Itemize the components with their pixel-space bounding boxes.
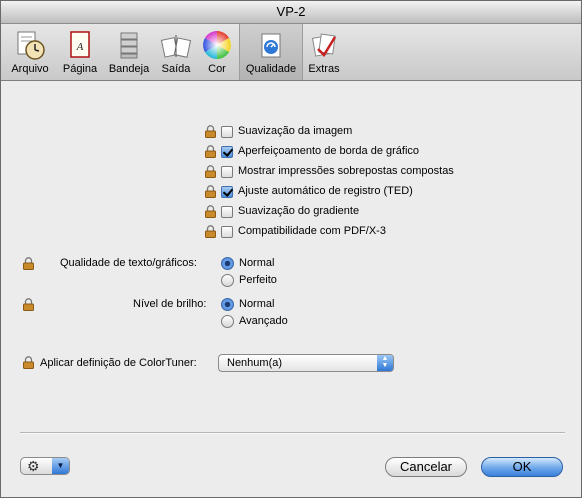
updown-arrows-icon: ▲ ▼ xyxy=(377,355,393,371)
tab-extras[interactable]: Extras xyxy=(304,24,344,80)
lock-icon[interactable] xyxy=(205,145,216,158)
lock-icon[interactable] xyxy=(205,185,216,198)
tab-pagina[interactable]: A Página xyxy=(58,24,102,80)
lock-icon[interactable] xyxy=(205,125,216,138)
brightness-normal-label: Normal xyxy=(239,298,275,310)
tab-label: Cor xyxy=(208,63,226,75)
action-menu-button[interactable]: ⚙ ▼ xyxy=(20,457,70,475)
colortuner-select[interactable]: Nenhum(a) ▲ ▼ xyxy=(218,354,394,372)
tab-bandeja[interactable]: Bandeja xyxy=(104,24,154,80)
print-dialog-window: VP-2 Arquivo A Página Bandeja Saída Cor … xyxy=(0,0,582,498)
gear-icon: ⚙ xyxy=(27,458,40,474)
option-checkbox[interactable] xyxy=(221,186,233,198)
tab-arquivo[interactable]: Arquivo xyxy=(5,24,55,80)
option-checkbox[interactable] xyxy=(221,226,233,238)
lock-icon[interactable] xyxy=(23,298,34,311)
tab-label: Saída xyxy=(161,63,191,75)
quality-label: Qualidade de texto/gráficos: xyxy=(60,257,197,269)
tray-icon xyxy=(120,32,138,59)
option-label: Mostrar impressões sobrepostas compostas xyxy=(238,165,454,177)
brightness-avancado-radio[interactable] xyxy=(221,315,234,328)
tab-label: Página xyxy=(62,63,98,75)
window-title: VP-2 xyxy=(276,4,306,19)
tab-cor[interactable]: Cor xyxy=(198,24,236,80)
lock-icon[interactable] xyxy=(23,257,34,270)
quality-icon xyxy=(261,33,281,58)
option-label: Ajuste automático de registro (TED) xyxy=(238,185,413,197)
lock-icon[interactable] xyxy=(205,205,216,218)
ok-button[interactable]: OK xyxy=(481,457,563,477)
tab-saida[interactable]: Saída xyxy=(156,24,196,80)
file-clock-icon xyxy=(17,31,45,60)
option-label: Compatibilidade com PDF/X-3 xyxy=(238,225,386,237)
title-bar: VP-2 xyxy=(1,1,581,24)
quality-perfeito-radio[interactable] xyxy=(221,274,234,287)
tab-label: Arquivo xyxy=(11,63,49,75)
tab-qualidade[interactable]: Qualidade xyxy=(239,24,303,80)
toolbar: Arquivo A Página Bandeja Saída Cor Quali… xyxy=(1,24,581,81)
quality-perfeito-label: Perfeito xyxy=(239,274,277,286)
cancel-button[interactable]: Cancelar xyxy=(385,457,467,477)
tab-label: Extras xyxy=(308,63,340,75)
color-wheel-icon xyxy=(203,31,231,59)
option-checkbox[interactable] xyxy=(221,146,233,158)
colortuner-label: Aplicar definição de ColorTuner: xyxy=(40,357,197,369)
option-label: Suavização do gradiente xyxy=(238,205,360,217)
tab-label: Qualidade xyxy=(245,63,297,75)
colortuner-value: Nenhum(a) xyxy=(227,357,283,369)
chevron-down-icon: ▼ xyxy=(52,458,69,474)
option-label: Suavização da imagem xyxy=(238,125,353,137)
quality-panel: Suavização da imagem Aperfeiçoamento de … xyxy=(1,81,581,497)
page-icon: A xyxy=(70,31,90,58)
lock-icon[interactable] xyxy=(205,165,216,178)
lock-icon[interactable] xyxy=(205,225,216,238)
tab-label: Bandeja xyxy=(108,63,150,75)
brightness-normal-radio[interactable] xyxy=(221,298,234,311)
svg-text:A: A xyxy=(76,41,84,53)
extras-icon xyxy=(311,33,337,58)
quality-normal-radio[interactable] xyxy=(221,257,234,270)
option-checkbox[interactable] xyxy=(221,126,233,138)
brightness-label: Nível de brilho: xyxy=(133,298,207,310)
option-checkbox[interactable] xyxy=(221,166,233,178)
option-checkbox[interactable] xyxy=(221,206,233,218)
brightness-avancado-label: Avançado xyxy=(239,315,288,327)
option-label: Aperfeiçoamento de borda de gráfico xyxy=(238,145,420,157)
separator xyxy=(20,432,565,434)
output-icon xyxy=(160,35,192,58)
quality-normal-label: Normal xyxy=(239,257,275,269)
lock-icon[interactable] xyxy=(23,356,34,369)
